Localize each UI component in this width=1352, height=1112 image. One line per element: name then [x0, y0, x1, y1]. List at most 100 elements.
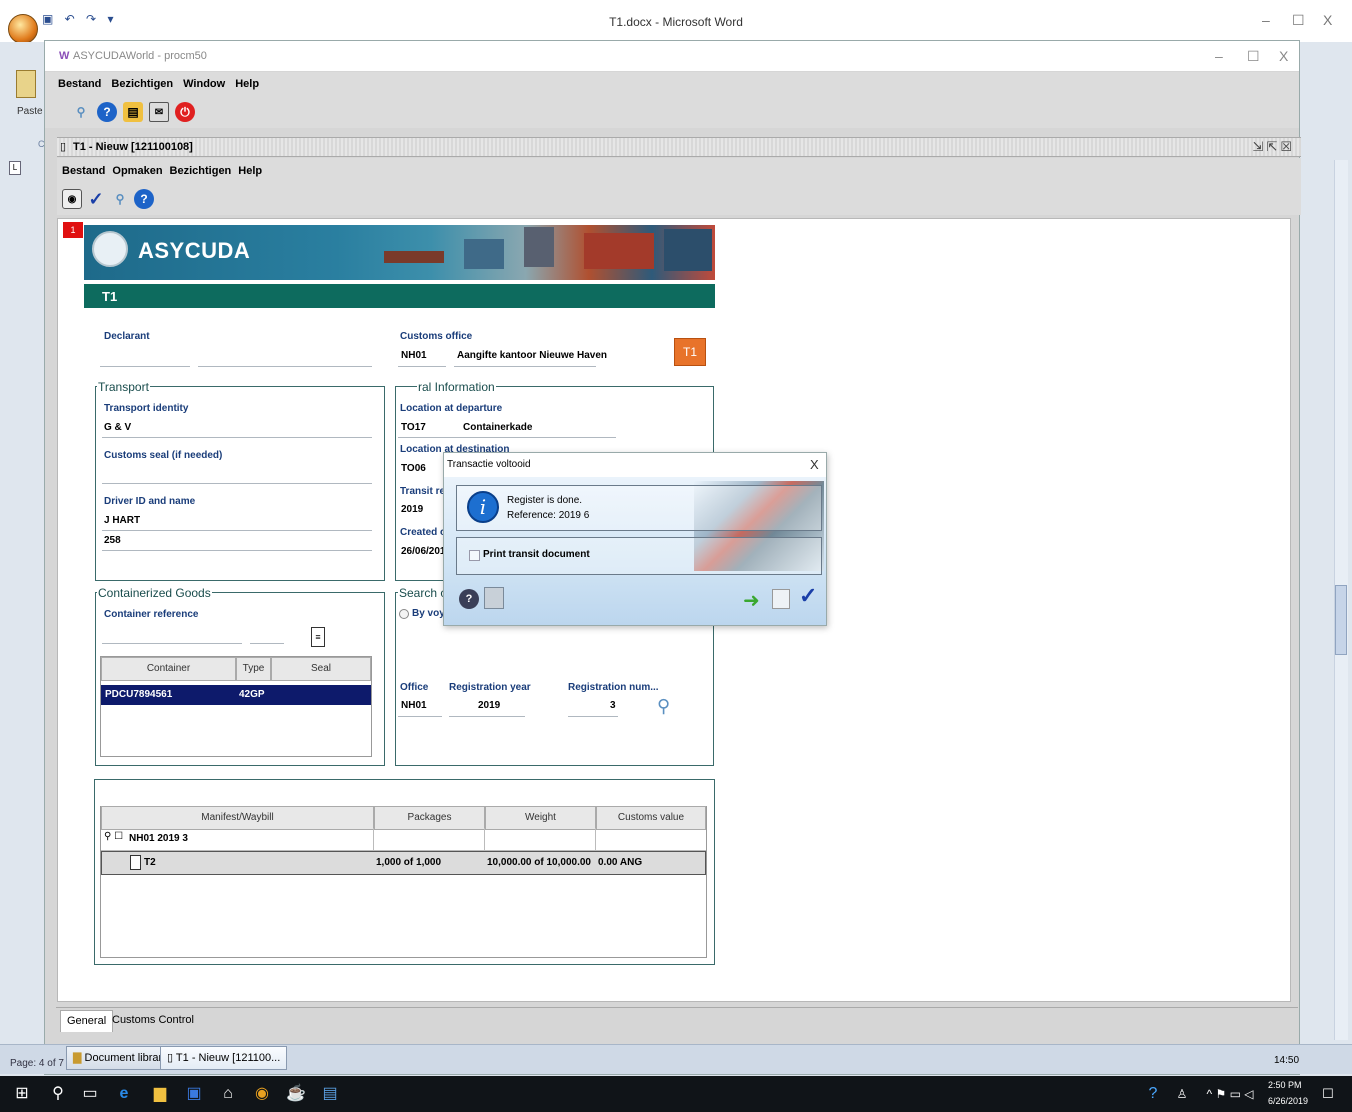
declarant-code-field[interactable] [100, 366, 190, 367]
asycuda-close-button[interactable]: X [1279, 48, 1288, 64]
system-time[interactable]: 2:50 PM [1268, 1080, 1302, 1090]
type-column-header[interactable]: Type [236, 657, 271, 681]
task-view-icon[interactable]: ▭ [80, 1084, 100, 1104]
asycuda-app-icon: W [59, 50, 70, 62]
menu-window[interactable]: Window [183, 78, 225, 90]
add-container-icon[interactable]: ≡ [311, 627, 325, 647]
java-app-icon[interactable]: ☕ [286, 1084, 306, 1104]
dialog-message-box: i Register is done. Reference: 2019 6 [456, 485, 822, 531]
tab-customs-control[interactable]: Customs Control [106, 1010, 200, 1032]
menu-bezichtigen[interactable]: Bezichtigen [111, 78, 173, 90]
tree-node-icon[interactable]: ⚲ ☐ [104, 831, 123, 842]
dialog-title: Transactie voltooid [444, 453, 826, 477]
asycuda-minimize-button[interactable]: – [1215, 48, 1223, 64]
registration-year-field[interactable]: 2019 [478, 700, 500, 711]
seal-column-header[interactable]: Seal [271, 657, 371, 681]
departure-code[interactable]: TO17 [401, 422, 426, 433]
document-window-controls[interactable]: ⇲⇱☒ [1253, 139, 1295, 155]
by-voyage-radio[interactable] [399, 609, 409, 619]
weight-cell: 10,000.00 of 10,000.00 [487, 857, 591, 868]
packages-cell: 1,000 of 1,000 [376, 857, 442, 868]
tray-icons[interactable]: ^ ⚑ ▭ ◁ [1200, 1084, 1260, 1104]
store-icon[interactable]: ▣ [184, 1084, 204, 1104]
word-close-button[interactable]: X [1323, 12, 1332, 28]
table-row[interactable]: ⚲ ☐ NH01 2019 3 [101, 828, 706, 851]
doc-menu-opmaken[interactable]: Opmaken [112, 165, 162, 177]
customs-value-cell: 0.00 ANG [598, 857, 643, 868]
shopping-bag-icon[interactable]: ⌂ [218, 1084, 238, 1104]
weight-column-header[interactable]: Weight [485, 806, 596, 830]
manifest-parent-cell: NH01 2019 3 [129, 833, 188, 844]
declarant-name-field[interactable] [198, 366, 372, 367]
menu-help[interactable]: Help [235, 78, 259, 90]
document-library-taskbutton[interactable]: ▇ Document library [66, 1046, 175, 1070]
system-date[interactable]: 6/26/2019 [1268, 1096, 1308, 1106]
container-column-header[interactable]: Container [101, 657, 236, 681]
driver-id-value[interactable]: 258 [104, 535, 121, 546]
container-type-field[interactable] [250, 643, 284, 644]
word-minimize-button[interactable]: – [1262, 12, 1270, 28]
t1-taskbutton[interactable]: ▯ T1 - Nieuw [121100... [160, 1046, 288, 1070]
table-row[interactable]: PDCU7894561 42GP [101, 685, 371, 705]
document-icon: ▯ [60, 141, 67, 153]
search-icon[interactable]: ⚲ [71, 102, 91, 122]
customs-office-name: Aangifte kantoor Nieuwe Haven [457, 350, 608, 361]
menu-bestand[interactable]: Bestand [58, 78, 101, 90]
view-icon[interactable]: ◉ [62, 189, 82, 209]
edge-browser-icon[interactable]: e [114, 1084, 134, 1104]
power-icon[interactable]: ⏻ [175, 102, 195, 122]
people-icon[interactable]: ♙ [1172, 1084, 1192, 1104]
doc-menu-bestand[interactable]: Bestand [62, 165, 105, 177]
notifications-icon[interactable]: ☐ [1318, 1084, 1338, 1104]
customs-value-column-header[interactable]: Customs value [596, 806, 706, 830]
search-icon[interactable]: ⚲ [48, 1084, 68, 1104]
document-titlebar: ▯ T1 - Nieuw [121100108] ⇲⇱☒ [57, 137, 1301, 157]
word-maximize-button[interactable]: ☐ [1292, 12, 1305, 29]
confirm-check-icon[interactable]: ✓ [799, 583, 817, 609]
validate-check-icon[interactable]: ✓ [86, 189, 106, 209]
paste-label[interactable]: Paste [17, 106, 43, 117]
search-icon[interactable]: ⚲ [657, 696, 670, 717]
type-cell: 42GP [239, 689, 265, 700]
documents-icon[interactable]: ▤ [123, 102, 143, 122]
office-field[interactable]: NH01 [401, 700, 427, 711]
registration-number-field[interactable]: 3 [610, 700, 616, 711]
paste-icon[interactable] [16, 70, 36, 98]
mail-icon[interactable]: ✉ [149, 102, 169, 122]
help-icon[interactable]: ? [97, 102, 117, 122]
table-row[interactable]: T2 1,000 of 1,000 10,000.00 of 10,000.00… [101, 851, 706, 875]
customs-seal-field[interactable] [102, 483, 372, 484]
search-icon[interactable]: ⚲ [110, 189, 130, 209]
word-app-icon[interactable]: ▤ [320, 1084, 340, 1104]
transaction-complete-dialog: Transactie voltooid X i Register is done… [443, 452, 827, 626]
registration-year-underline [449, 716, 525, 717]
dialog-close-button[interactable]: X [810, 457, 819, 472]
preview-icon[interactable] [772, 589, 790, 609]
print-transit-checkbox[interactable] [469, 550, 480, 561]
customs-office-code[interactable]: NH01 [401, 350, 427, 361]
transport-identity-value[interactable]: G & V [104, 422, 131, 433]
departure-underline [398, 437, 616, 438]
next-arrow-icon[interactable]: ➜ [743, 588, 760, 613]
driver-name-value[interactable]: J HART [104, 515, 140, 526]
packages-column-header[interactable]: Packages [374, 806, 485, 830]
doc-menu-bezichtigen[interactable]: Bezichtigen [170, 165, 232, 177]
destination-code[interactable]: TO06 [401, 463, 426, 474]
ruler-toggle-button[interactable]: L [9, 161, 21, 175]
print-icon[interactable] [484, 587, 504, 609]
asycuda-maximize-button[interactable]: ☐ [1247, 48, 1260, 65]
word-scrollbar-thumb[interactable] [1335, 585, 1347, 655]
page-status[interactable]: Page: 4 of 7 [10, 1058, 64, 1069]
help-icon[interactable]: ? [1143, 1084, 1163, 1104]
file-explorer-icon[interactable]: ▆ [150, 1084, 170, 1104]
manifest-column-header[interactable]: Manifest/Waybill [101, 806, 374, 830]
windows-start-icon[interactable]: ⊞ [12, 1084, 32, 1104]
help-icon[interactable]: ? [134, 189, 154, 209]
driver-label: Driver ID and name [104, 496, 196, 507]
departure-label: Location at departure [400, 403, 503, 414]
chrome-browser-icon[interactable]: ◉ [252, 1084, 272, 1104]
help-icon[interactable]: ? [459, 589, 479, 609]
doc-menu-help[interactable]: Help [238, 165, 262, 177]
container-reference-field[interactable] [102, 643, 242, 644]
container-reference-label: Container reference [104, 609, 199, 620]
